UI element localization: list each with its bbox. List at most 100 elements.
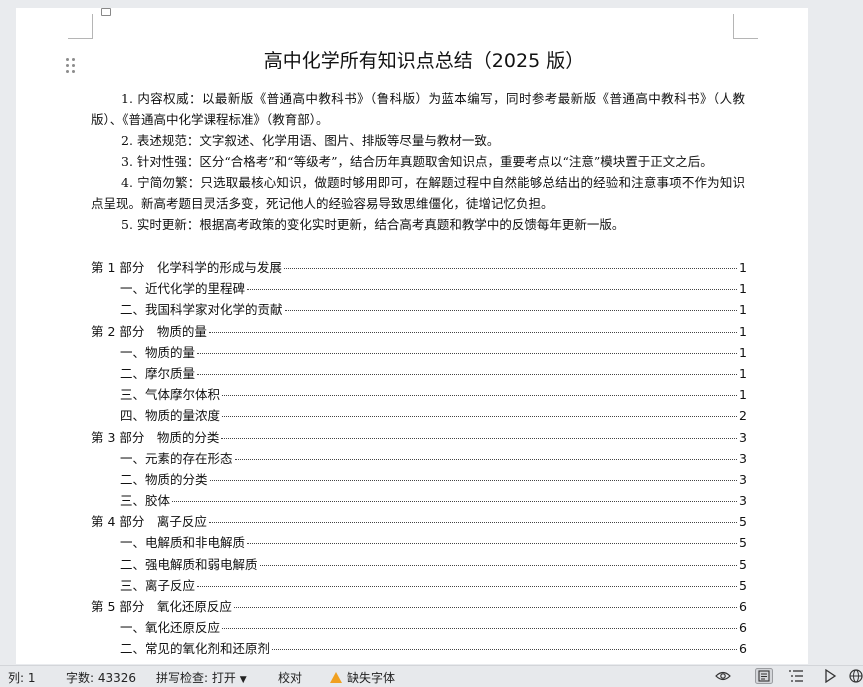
document-page: 高中化学所有知识点总结（2025 版） 1. 内容权威：以最新版《普通高中教科书… (16, 8, 808, 664)
toc-part-entry[interactable]: 第 4 部分 离子反应 5 (91, 511, 747, 532)
toc-section-entry[interactable]: 一、氧化还原反应 6 (91, 617, 747, 638)
toc-dot-leader (208, 522, 737, 524)
toc-section-entry[interactable]: 四、物质的量浓度 2 (91, 405, 747, 426)
toc-part-entry[interactable]: 第 1 部分 化学科学的形成与发展 1 (91, 257, 747, 278)
toc-dot-leader (259, 564, 737, 566)
toc-section-entry[interactable]: 二、常见的氧化剂和还原剂 6 (91, 638, 747, 659)
outline-view-icon[interactable] (788, 669, 804, 683)
toc-section-entry[interactable]: 三、离子反应 5 (91, 575, 747, 596)
toc-page-number: 1 (739, 344, 747, 360)
status-bar: 列: 1 字数: 43326 拼写检查: 打开 ▼ 校对 缺失字体 (0, 665, 863, 687)
toc-part-entry[interactable]: 第 3 部分 物质的分类 3 (91, 427, 747, 448)
toc-dot-leader (209, 479, 737, 481)
page-corner-mark (68, 14, 93, 39)
toc-entry-title: 第 1 部分 化学科学的形成与发展 (91, 260, 282, 275)
toc-section-entry[interactable]: 一、电解质和非电解质 5 (91, 532, 747, 553)
toc-entry-title: 第 5 部分 氧化还原反应 (91, 599, 232, 614)
toc-page-number: 5 (739, 535, 747, 551)
toc-dot-leader (283, 268, 737, 269)
toc-entry-title: 二、强电解质和弱电解质 (120, 556, 258, 572)
toc-entry-title: 一、元素的存在形态 (120, 450, 233, 466)
proofread-button[interactable]: 校对 (278, 669, 302, 686)
toc-entry-title: 第 3 部分 物质的分类 (91, 429, 220, 445)
toc-entry-title: 第 4 部分 离子反应 (91, 514, 207, 530)
toc-page-number: 1 (739, 281, 747, 297)
toc-page-number: 1 (739, 323, 747, 339)
toc-page-number: 1 (739, 365, 747, 381)
spellcheck-toggle[interactable]: 拼写检查: 打开 ▼ (156, 669, 247, 686)
toc-section-entry[interactable]: 一、近代化学的里程碑 1 (91, 278, 747, 299)
toc-entry-title: 一、电解质和非电解质 (120, 535, 246, 551)
toc-section-entry[interactable]: 二、物质的分类 3 (91, 469, 747, 490)
toc-part-entry[interactable]: 第 2 部分 物质的量 1 (91, 321, 747, 342)
toc-page-number: 3 (739, 429, 747, 445)
toc-entry-title: 一、氧化还原反应 (120, 620, 221, 636)
missing-fonts-label: 缺失字体 (347, 671, 396, 685)
ruler-handle[interactable] (101, 8, 111, 16)
toc-dot-leader (247, 543, 737, 545)
toc-dot-leader (247, 289, 737, 291)
toc-dot-leader (233, 607, 737, 608)
web-globe-icon[interactable] (848, 669, 863, 683)
toc-page-number: 5 (739, 514, 747, 530)
toc-page-number: 6 (739, 663, 747, 664)
toc-entry-title: 一、物质的量 (120, 344, 196, 360)
toc-page-number: 5 (739, 556, 747, 572)
toc-dot-leader (197, 373, 737, 375)
toc-section-entry[interactable]: 二、摩尔质量 1 (91, 363, 747, 384)
toc-entry-title: 二、物质的分类 (120, 471, 208, 487)
toc-dot-leader (222, 395, 737, 397)
toc-entry-title: 二、我国科学家对化学的贡献 (120, 302, 283, 318)
toc-dot-leader (222, 628, 737, 630)
toc-page-number: 1 (739, 260, 747, 275)
paragraph-drag-handle-icon[interactable] (66, 58, 76, 74)
toc-page-number: 3 (739, 493, 747, 509)
intro-paragraph: 5. 实时更新：根据高考政策的变化实时更新，结合高考真题和教学中的反馈每年更新一… (121, 217, 625, 232)
table-of-contents: 第 1 部分 化学科学的形成与发展 1 一、近代化学的里程碑 1 二、我国科学家对化学的… (91, 257, 747, 664)
toc-page-number: 1 (739, 302, 747, 318)
toc-entry-title: 三、胶体 (120, 493, 171, 509)
page-view-icon[interactable] (755, 668, 773, 684)
toc-dot-leader (197, 585, 737, 587)
toc-dot-leader (221, 437, 737, 439)
toc-section-entry[interactable]: 二、强电解质和弱电解质 5 (91, 554, 747, 575)
toc-page-number: 5 (739, 577, 747, 593)
document-title: 高中化学所有知识点总结（2025 版） (263, 50, 585, 72)
play-icon[interactable] (822, 669, 838, 683)
toc-part-entry[interactable]: 第 5 部分 氧化还原反应 6 (91, 596, 747, 617)
word-count[interactable]: 字数: 43326 (66, 669, 136, 686)
cursor-column: 列: 1 (8, 671, 36, 685)
toc-dot-leader (208, 331, 737, 333)
toc-page-number: 3 (739, 471, 747, 487)
toc-entry-title: 四、物质的量浓度 (120, 408, 221, 424)
toc-section-entry[interactable]: 一、物质的量 1 (91, 342, 747, 363)
toc-entry-title: 二、常见的氧化剂和还原剂 (120, 641, 271, 657)
toc-entry-title: 第 2 部分 物质的量 (91, 323, 207, 339)
spellcheck-label: 拼写检查: 打开 (156, 671, 236, 685)
toc-entry-title: 三、离子反应 (120, 577, 196, 593)
intro-paragraph: 4. 宁简勿繁：只选取最核心知识，做题时够用即可，在解题过程中自然能够总结出的经… (91, 175, 745, 211)
toc-dot-leader (222, 416, 737, 418)
toc-section-entry[interactable]: 二、我国科学家对化学的贡献 1 (91, 299, 747, 320)
toc-entry-title: 二、摩尔质量 (120, 365, 196, 381)
toc-page-number: 6 (739, 599, 747, 614)
toc-page-number: 3 (739, 450, 747, 466)
warning-icon (330, 672, 342, 683)
toc-page-number: 6 (739, 620, 747, 636)
toc-dot-leader (272, 649, 737, 651)
toc-dot-leader (172, 501, 737, 503)
missing-fonts-button[interactable]: 缺失字体 (330, 669, 395, 686)
intro-section: 1. 内容权威：以最新版《普通高中教科书》（鲁科版）为蓝本编写，同时参考最新版《… (91, 88, 745, 235)
toc-dot-leader (234, 458, 737, 460)
toc-entry-title: 三、气体摩尔体积 (120, 387, 221, 403)
toc-page-number: 1 (739, 387, 747, 403)
page-corner-mark (733, 14, 758, 39)
toc-section-entry[interactable]: 三、气体摩尔体积 1 (91, 384, 747, 405)
toc-section-entry[interactable]: 三、氧化还原反应的规律 6 (91, 660, 747, 664)
toc-dot-leader (284, 310, 737, 312)
toc-dot-leader (197, 352, 737, 354)
toc-section-entry[interactable]: 一、元素的存在形态 3 (91, 448, 747, 469)
eye-icon[interactable] (715, 669, 731, 683)
toc-section-entry[interactable]: 三、胶体 3 (91, 490, 747, 511)
toc-page-number: 6 (739, 641, 747, 657)
